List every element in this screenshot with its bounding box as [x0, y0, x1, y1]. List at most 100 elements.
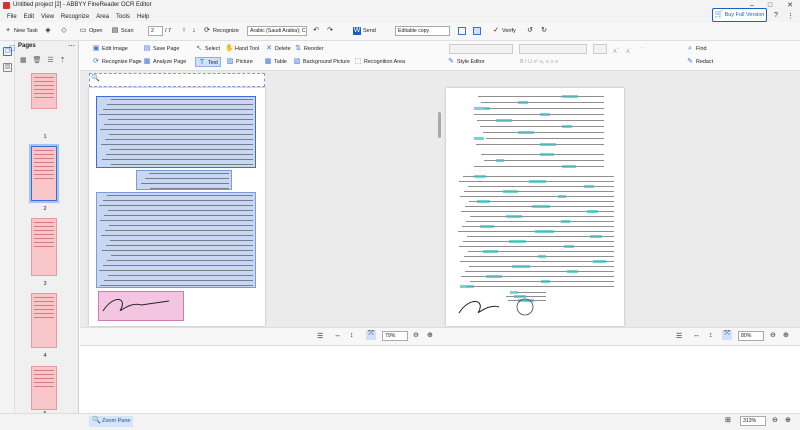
open-button[interactable]: ▭ Open: [79, 26, 103, 37]
undo-button[interactable]: ↶: [312, 26, 322, 37]
pages-list-icon[interactable]: ☰: [47, 57, 53, 64]
next-page-button[interactable]: ↓: [190, 26, 200, 37]
uncertain-char-highlight: [561, 220, 570, 223]
page-layout-icon[interactable]: ☰: [317, 332, 323, 340]
recognize-button[interactable]: ⟳ Recognize: [203, 26, 239, 37]
fit-height-icon[interactable]: ↕: [350, 332, 354, 339]
delete-button[interactable]: ✕ Delete: [265, 44, 291, 54]
page-layout-icon-right[interactable]: ☰: [676, 332, 682, 340]
edit-image-button[interactable]: ▣ Edit Image: [92, 44, 128, 54]
fit-page-icon[interactable]: ⤧: [366, 330, 376, 340]
zoom-out-icon-right[interactable]: ⊖: [770, 331, 776, 339]
layout-single-button[interactable]: [458, 26, 468, 37]
send-button[interactable]: W Send: [353, 26, 376, 37]
language-select[interactable]: Arabic (Saudi Arabia); C: [247, 26, 307, 36]
select-tool-button[interactable]: ↖ Select: [195, 44, 220, 54]
page-number: 2: [43, 206, 47, 212]
zoom-pane-button[interactable]: 🔍Zoom Pane: [89, 416, 134, 427]
scanned-text-line: [474, 166, 604, 168]
pages-delete-icon[interactable]: 🗑: [33, 57, 42, 64]
style-select[interactable]: [449, 44, 513, 54]
rotate-left-button[interactable]: ↺: [526, 26, 536, 37]
font-shrink-button[interactable]: A-: [626, 44, 631, 55]
scrollbar-thumb[interactable]: [438, 112, 441, 138]
text-area-selected[interactable]: [96, 96, 256, 168]
scan-button[interactable]: ▤ Scan: [111, 26, 134, 37]
fit-width-icon-right[interactable]: ↔: [693, 332, 700, 339]
image-view-icon[interactable]: ▨: [3, 63, 12, 72]
font-select[interactable]: [519, 44, 587, 54]
zoom-out-icon-status[interactable]: ⊖: [772, 416, 778, 424]
scanned-text-line: [105, 139, 253, 141]
menu-tools[interactable]: Tools: [116, 14, 130, 20]
projects-button[interactable]: ◈: [44, 26, 54, 37]
pages-grid-icon[interactable]: ▦: [20, 57, 27, 64]
page-number: 4: [43, 353, 47, 359]
page-thumbnail[interactable]: [31, 218, 57, 276]
arrow-down-icon: ↓: [192, 26, 196, 34]
background-picture-button[interactable]: ▧ Background Picture: [293, 57, 350, 67]
scanned-text-line: [486, 138, 604, 140]
page-thumbnail-selected[interactable]: [29, 144, 59, 203]
tasks-button[interactable]: ◇: [60, 26, 70, 37]
close-button[interactable]: ✕: [782, 0, 798, 11]
menu-file[interactable]: File: [7, 14, 17, 20]
layout-split-button[interactable]: [473, 26, 483, 37]
table-area-button[interactable]: ▦ Table: [264, 57, 287, 67]
document-icon[interactable]: ▢: [8, 44, 18, 54]
reorder-button[interactable]: ⇅ Reorder: [294, 44, 323, 54]
pages-up-icon[interactable]: ⇡: [60, 57, 66, 64]
buy-full-version-button[interactable]: 🛒Buy Full Version: [712, 8, 767, 22]
style-editor-button[interactable]: ✎ Style Editor: [447, 57, 485, 67]
page-number-input[interactable]: 2: [148, 26, 163, 36]
hand-tool-button[interactable]: ✋Hand Tool: [225, 44, 259, 54]
menu-recognize[interactable]: Recognize: [61, 14, 89, 20]
rotate-right-button[interactable]: ↻: [540, 26, 550, 37]
format-select[interactable]: Editable copy: [395, 26, 450, 36]
uncertain-char-highlight: [538, 255, 546, 258]
analyze-page-button[interactable]: ▦ Analyze Page: [143, 57, 187, 67]
page-thumbnail[interactable]: [31, 293, 57, 348]
zoom-out-icon[interactable]: ⊖: [413, 331, 419, 339]
zoom-in-icon-right[interactable]: ⊕: [783, 331, 789, 339]
font-grow-button[interactable]: A+: [613, 44, 619, 55]
menu-help[interactable]: Help: [137, 14, 149, 20]
fit-page-icon-right[interactable]: ⤧: [722, 330, 732, 340]
zoom-in-icon-status[interactable]: ⊕: [785, 416, 791, 424]
scanned-text-line: [483, 132, 604, 134]
find-button[interactable]: ⌕ Find: [686, 44, 706, 54]
page-thumbnail[interactable]: [31, 366, 57, 410]
cart-icon: 🛒: [714, 10, 724, 18]
uncertain-char-highlight: [477, 200, 490, 203]
zoom-in-icon[interactable]: ⊕: [427, 331, 433, 339]
verify-button[interactable]: ✓ Verify: [492, 26, 516, 37]
help-icon[interactable]: ?: [774, 12, 778, 19]
fit-width-icon[interactable]: ↔: [334, 332, 341, 339]
recognition-area-button[interactable]: ⬚ Recognition Area: [354, 57, 405, 67]
zoom-select-right[interactable]: 80%: [738, 331, 764, 341]
uncertain-char-highlight: [460, 285, 474, 288]
text-area-button[interactable]: T Text: [195, 57, 221, 67]
page-thumbnail[interactable]: [31, 73, 57, 109]
menu-edit[interactable]: Edit: [24, 14, 34, 20]
picture-area-button[interactable]: ▨ Picture: [226, 57, 253, 67]
menu-dots-icon[interactable]: ⋮: [787, 12, 794, 20]
menu-area[interactable]: Area: [96, 14, 109, 20]
zoom-select-left[interactable]: 79%: [382, 331, 408, 341]
font-size-select[interactable]: [593, 44, 607, 54]
scanned-text-line: [109, 134, 253, 136]
zoom-pane-zoom[interactable]: 313%: [740, 416, 766, 426]
redact-button[interactable]: ✎ Redact: [686, 57, 713, 67]
menu-view[interactable]: View: [41, 14, 54, 20]
save-page-button[interactable]: ▤ Save Page: [143, 44, 180, 54]
new-task-button[interactable]: + New Task: [4, 26, 38, 37]
zoom-magnifier-strip: 🔍: [89, 73, 265, 87]
fit-height-icon-right[interactable]: ↕: [709, 332, 713, 339]
format-more-button[interactable]: ⋯: [640, 44, 645, 54]
prev-page-button[interactable]: ↑: [180, 26, 190, 37]
redo-button[interactable]: ↷: [326, 26, 336, 37]
pages-menu-icon[interactable]: ⋯: [68, 42, 75, 50]
recognize-page-button[interactable]: ⟳ Recognize Page: [92, 57, 142, 67]
page-number: 3: [43, 281, 47, 287]
fit-icon[interactable]: ⊞: [725, 416, 731, 424]
